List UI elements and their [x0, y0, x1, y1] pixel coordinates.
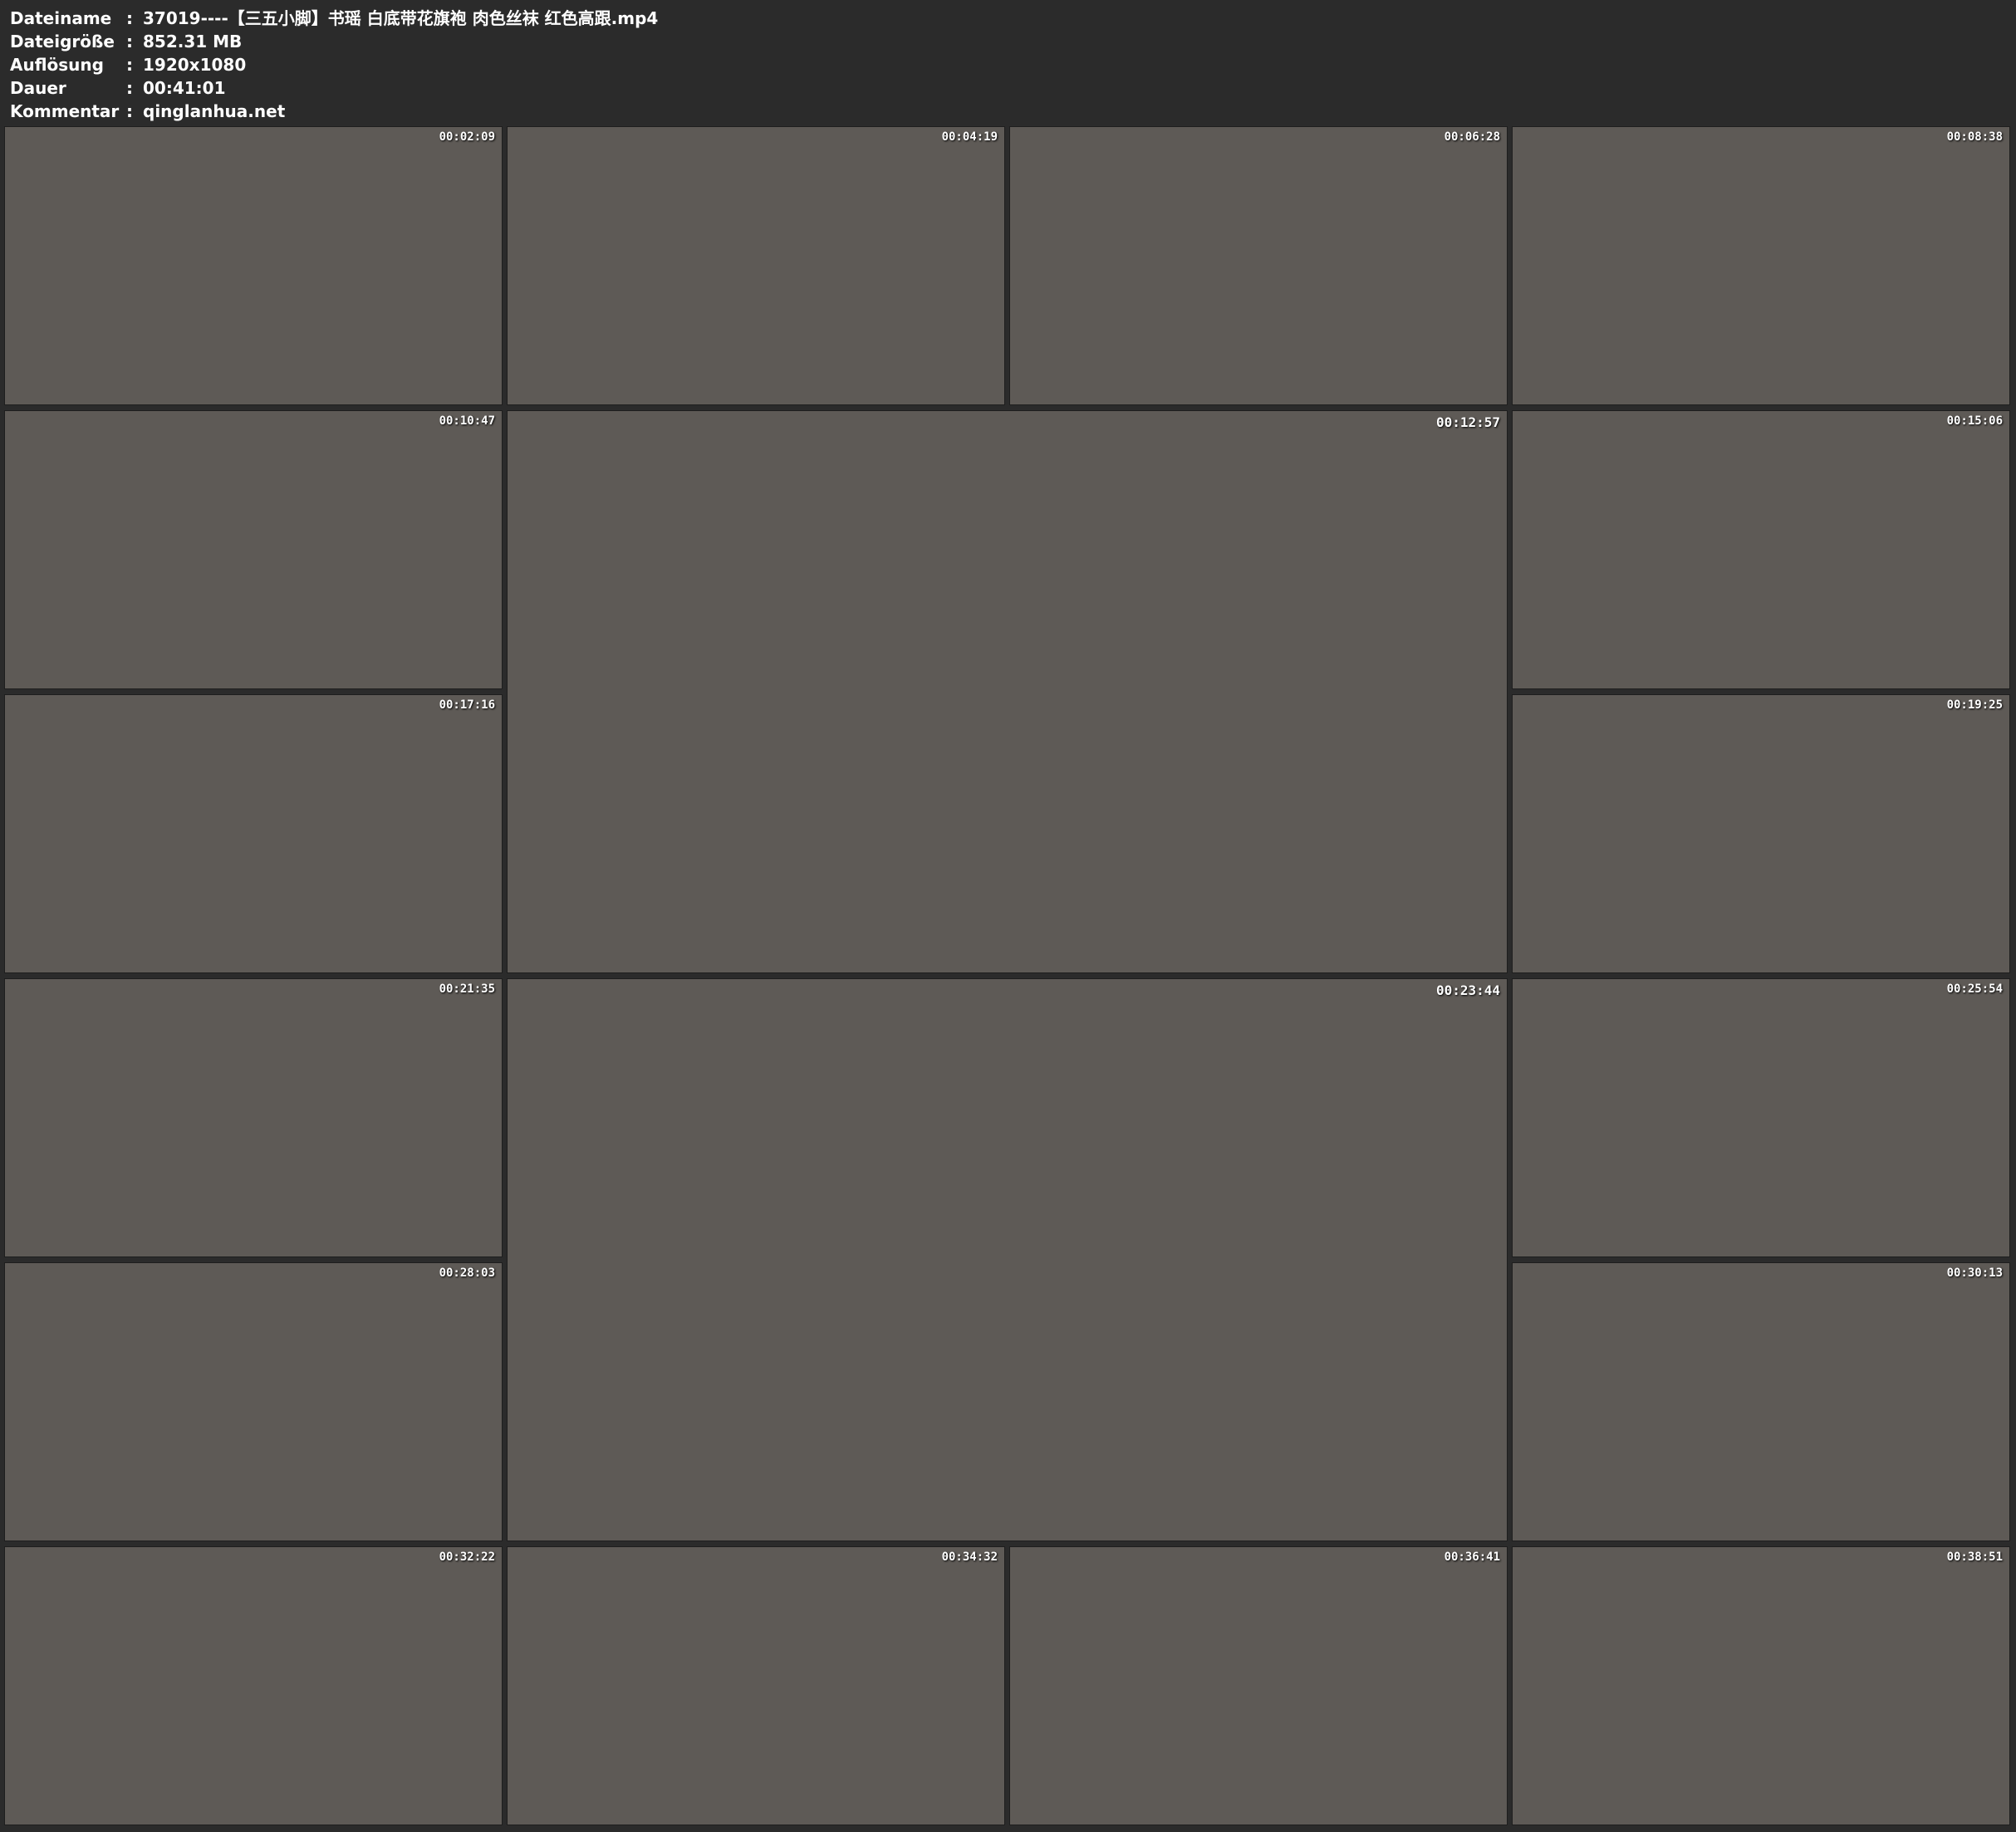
thumbnail-frame: 00:19:25: [1512, 694, 2010, 973]
timestamp-label: 00:30:13: [1946, 1266, 2003, 1280]
thumbnail-frame: 00:12:57: [507, 410, 1508, 973]
timestamp-label: 00:12:57: [1435, 414, 1500, 430]
thumbnail-frame: 00:36:41: [1009, 1546, 1508, 1825]
timestamp-label: 00:28:03: [439, 1266, 495, 1280]
thumbnail-frame: 00:10:47: [4, 410, 503, 689]
timestamp-label: 00:21:35: [439, 982, 495, 996]
thumbnail-frame: 00:34:32: [507, 1546, 1005, 1825]
timestamp-label: 00:34:32: [941, 1550, 998, 1564]
timestamp-label: 00:15:06: [1946, 414, 2003, 428]
thumbnail-frame: 00:17:16: [4, 694, 503, 973]
timestamp-label: 00:08:38: [1946, 130, 2003, 144]
thumbnail-frame: 00:38:51: [1512, 1546, 2010, 1825]
thumbnail-frame: 00:02:09: [4, 126, 503, 405]
timestamp-label: 00:19:25: [1946, 698, 2003, 712]
timestamp-label: 00:02:09: [439, 130, 495, 144]
timestamp-label: 00:06:28: [1444, 130, 1500, 144]
thumbnail-frame: 00:28:03: [4, 1262, 503, 1541]
timestamp-label: 00:17:16: [439, 698, 495, 712]
timestamp-label: 00:23:44: [1435, 982, 1500, 998]
thumbnail-frame: 00:06:28: [1009, 126, 1508, 405]
thumbnail-frame: 00:23:44: [507, 978, 1508, 1541]
thumbnail-grid: 00:02:09 00:04:19 00:06:28 00:08:38 00:10:47…: [0, 0, 2016, 1832]
timestamp-label: 00:04:19: [941, 130, 998, 144]
timestamp-label: 00:10:47: [439, 414, 495, 428]
thumbnail-frame: 00:08:38: [1512, 126, 2010, 405]
timestamp-label: 00:25:54: [1946, 982, 2003, 996]
timestamp-label: 00:38:51: [1946, 1550, 2003, 1564]
thumbnail-frame: 00:32:22: [4, 1546, 503, 1825]
thumbnail-frame: 00:15:06: [1512, 410, 2010, 689]
thumbnail-frame: 00:25:54: [1512, 978, 2010, 1257]
thumbnail-frame: 00:30:13: [1512, 1262, 2010, 1541]
timestamp-label: 00:32:22: [439, 1550, 495, 1564]
timestamp-label: 00:36:41: [1444, 1550, 1500, 1564]
thumbnail-frame: 00:21:35: [4, 978, 503, 1257]
thumbnail-frame: 00:04:19: [507, 126, 1005, 405]
